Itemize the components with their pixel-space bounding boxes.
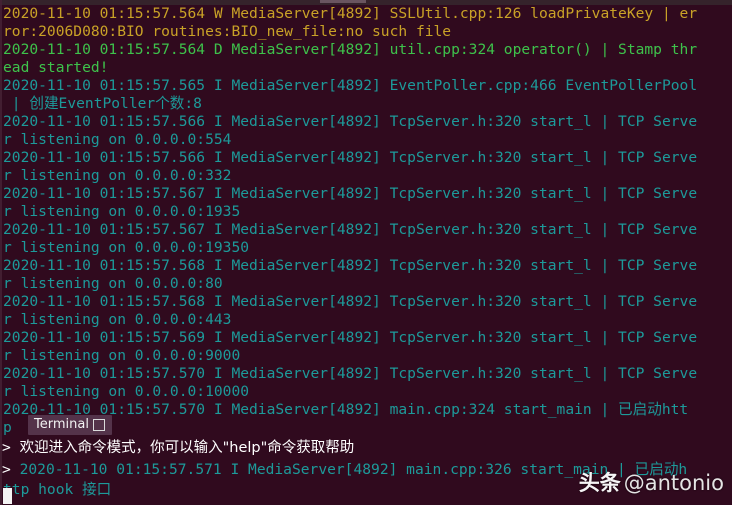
text-cursor [3,488,12,504]
log-line: r listening on 0.0.0.0:10000 [3,383,250,400]
close-icon[interactable] [92,419,105,431]
prompt-marker: > [2,439,11,456]
log-line: r listening on 0.0.0.0:332 [3,167,232,184]
watermark: 头条 @antonio [579,467,724,497]
log-line: 2020-11-10 01:15:57.570 I MediaServer[48… [3,365,698,382]
log-line: 2020-11-10 01:15:57.568 I MediaServer[48… [3,257,698,274]
log-line: 2020-11-10 01:15:57.564 D MediaServer[48… [3,41,698,58]
log-output: 2020-11-10 01:15:57.564 W MediaServer[48… [2,5,732,437]
log-line: 2020-11-10 01:15:57.569 I MediaServer[48… [3,329,698,346]
log-line: r listening on 0.0.0.0:1935 [3,203,241,220]
log-line: r listening on 0.0.0.0:19350 [3,239,250,256]
log-line: 2020-11-10 01:15:57.566 I MediaServer[48… [3,113,698,130]
watermark-handle: @antonio [623,471,724,495]
window-top-nub [320,0,366,3]
log-line: 2020-11-10 01:15:57.566 I MediaServer[48… [3,149,698,166]
prompt-marker: > [2,461,11,478]
log-line: 2020-11-10 01:15:57.564 W MediaServer[48… [3,5,698,22]
log-line: | 创建EventPoller个数:8 [3,95,202,112]
log-line: 2020-11-10 01:15:57.565 I MediaServer[48… [3,77,698,94]
log-line: ead started! [3,59,109,76]
prompt-text: 欢迎进入命令模式，你可以输入"help"命令获取帮助 [19,440,355,456]
watermark-logo-text: 头条 [578,471,621,495]
terminal-window[interactable]: 2020-11-10 01:15:57.564 W MediaServer[48… [0,0,732,505]
log-line: 2020-11-10 01:15:57.567 I MediaServer[48… [3,185,698,202]
prompt-line[interactable]: > 欢迎进入命令模式，你可以输入"help"命令获取帮助 [2,437,732,459]
log-line: r listening on 0.0.0.0:554 [3,131,232,148]
log-line: 2020-11-10 01:15:57.568 I MediaServer[48… [3,293,698,310]
log-line: r listening on 0.0.0.0:443 [3,311,232,328]
log-line: 2020-11-10 01:15:57.567 I MediaServer[48… [3,221,698,238]
log-line: r listening on 0.0.0.0:80 [3,275,223,292]
terminal-tab-chip[interactable]: Terminal [28,415,112,435]
log-line: ror:2006D080:BIO routines:BIO_new_file:n… [3,23,452,40]
terminal-chip-label: Terminal [34,417,89,432]
log-line: r listening on 0.0.0.0:9000 [3,347,241,364]
